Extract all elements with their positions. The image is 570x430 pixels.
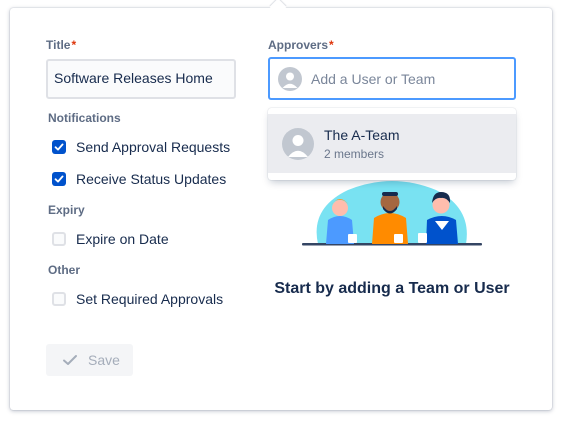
expire-on-date-option[interactable]: Expire on Date [52,229,169,249]
checkmark-icon [54,143,64,151]
team-illustration [300,178,484,255]
suggestion-option[interactable]: The A-Team 2 members [268,114,516,173]
approval-settings-popup: Title* Software Releases Home Notificati… [10,0,552,410]
checkmark-icon [62,354,78,366]
title-input-value: Software Releases Home [54,70,213,86]
title-label-text: Title [46,38,71,52]
send-approval-requests-label: Send Approval Requests [76,139,231,155]
empty-state-title: Start by adding a Team or User [274,280,510,297]
popup-arrow [269,0,287,16]
checkmark-icon [54,175,64,183]
set-required-approvals-option[interactable]: Set Required Approvals [52,289,223,309]
receive-status-updates-option[interactable]: Receive Status Updates [52,169,226,189]
other-heading: Other [48,263,81,277]
required-indicator: * [329,38,334,52]
save-button-label: Save [88,352,120,368]
approver-search-placeholder: Add a User or Team [311,70,436,87]
suggestion-text: The A-Team 2 members [324,127,399,161]
required-indicator: * [71,38,77,52]
suggestion-name: The A-Team [324,126,400,143]
notifications-heading: Notifications [48,111,121,125]
approvers-label-text: Approvers [268,38,329,52]
title-input[interactable]: Software Releases Home [46,59,236,99]
user-avatar-icon [278,66,302,91]
user-avatar-icon [282,127,314,160]
receive-status-updates-checkbox[interactable] [52,172,66,186]
approver-suggestions-dropdown: The A-Team 2 members [268,108,516,180]
set-required-approvals-checkbox[interactable] [52,292,66,306]
receive-status-updates-label: Receive Status Updates [76,171,227,187]
approver-search-input[interactable]: Add a User or Team [268,57,516,100]
save-button[interactable]: Save [46,344,133,376]
expire-on-date-label: Expire on Date [76,231,169,247]
send-approval-requests-checkbox[interactable] [52,140,66,154]
expiry-heading: Expiry [48,203,85,217]
approvers-label: Approvers* [268,38,334,52]
expire-on-date-checkbox[interactable] [52,232,66,246]
title-label: Title* [46,38,76,52]
set-required-approvals-label: Set Required Approvals [76,291,224,307]
suggestion-member-count: 2 members [324,146,385,161]
send-approval-requests-option[interactable]: Send Approval Requests [52,137,230,157]
